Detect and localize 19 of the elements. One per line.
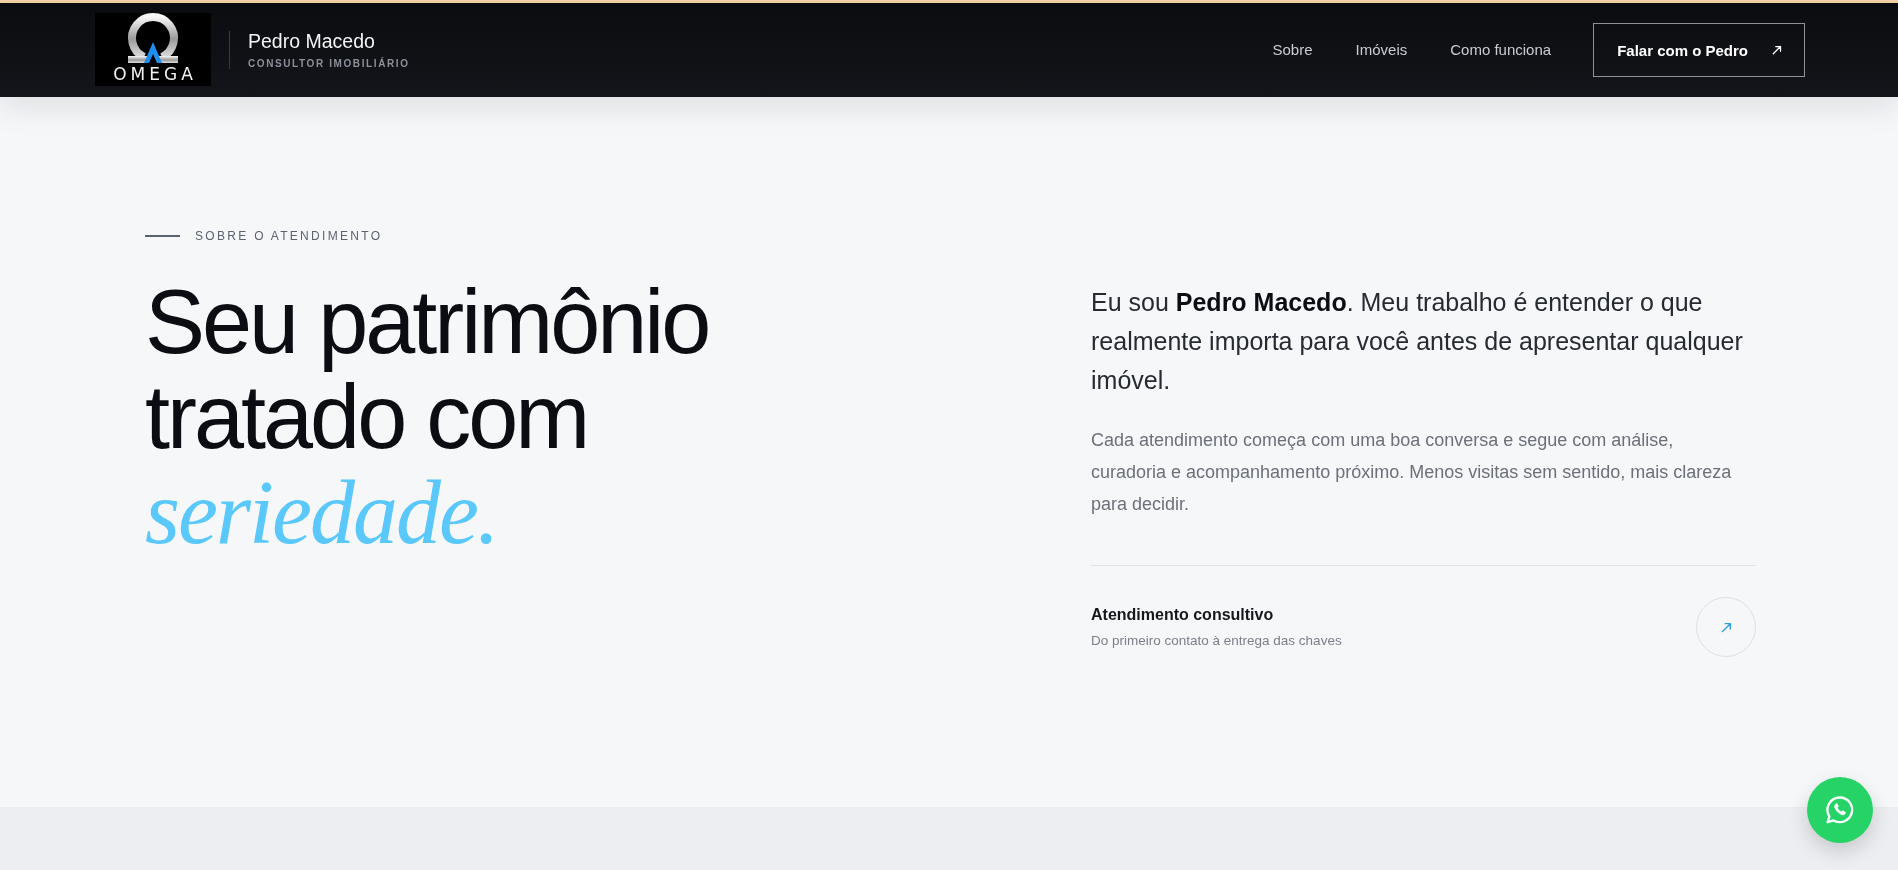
nav-link[interactable]: Sobre [1272, 41, 1313, 59]
arrow-icon [1720, 621, 1732, 633]
nav-link[interactable]: Como funciona [1450, 41, 1552, 59]
omega-icon [125, 13, 181, 65]
nav-link[interactable]: Imóveis [1355, 41, 1408, 59]
contact-button[interactable]: Falar com o Pedro [1593, 23, 1805, 77]
feature-subtitle: Do primeiro contato à entrega das chaves [1091, 631, 1342, 650]
arrow-button[interactable] [1696, 597, 1756, 657]
intro-paragraph: Eu sou Pedro Macedo. Meu trabalho é entender o que realmente importa para você antes de apresentar qualquer imóvel. [1091, 287, 1744, 396]
agent-name: Pedro Macedo [248, 30, 376, 52]
logo[interactable]: OMEGA [95, 13, 211, 86]
description-paragraph: Cada atendimento começa com uma boa conversa e segue com análise, curadoria e acompanhamento próximo. Menos visitas sem sentido, mais clareza para decidir. [1091, 429, 1733, 516]
phone-bubble-icon [1824, 794, 1856, 826]
section-eyebrow: SOBRE O ATENDIMENTO [195, 229, 383, 243]
arrow-icon [1772, 45, 1782, 55]
feature-title: Atendimento consultivo [1091, 604, 1275, 625]
section-heading: Seu patrimônio tratado com seriedade. [145, 275, 710, 560]
agent-role: CONSULTOR IMOBILIÁRIO [248, 58, 410, 70]
logo-text: OMEGA [113, 65, 197, 84]
